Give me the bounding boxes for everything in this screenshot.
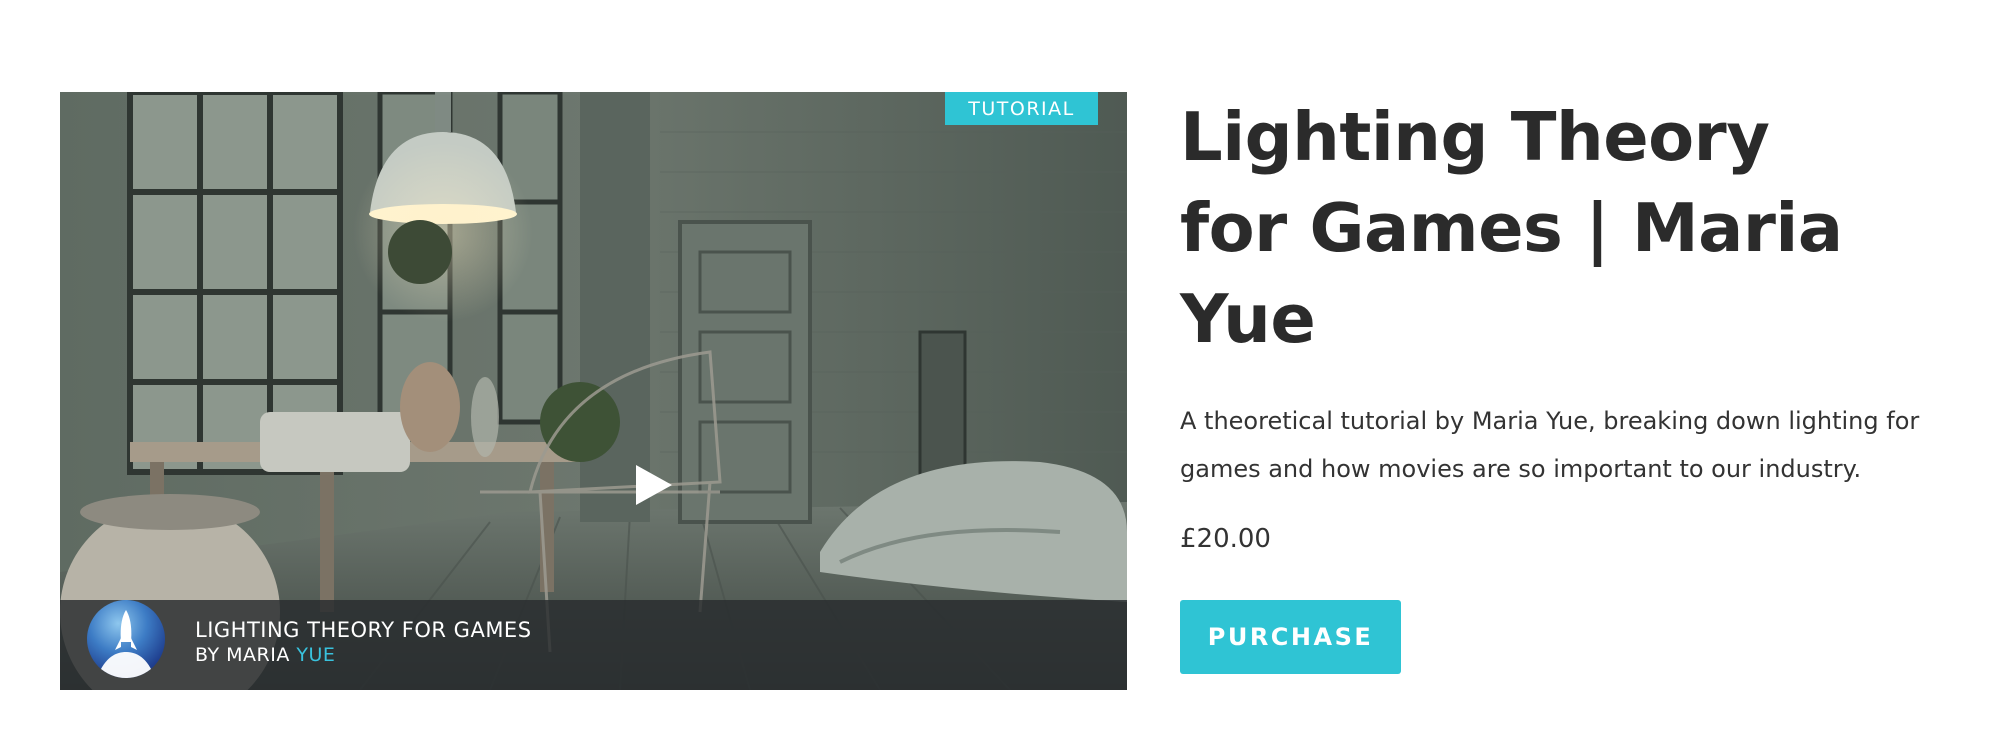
product-page: TUTORIAL LIGHTING THEORY FOR GAMES BY MA… bbox=[0, 0, 2001, 741]
video-caption-bar: LIGHTING THEORY FOR GAMES BY MARIA YUE bbox=[60, 600, 1127, 690]
purchase-button[interactable]: PURCHASE bbox=[1180, 600, 1401, 674]
caption-author: BY MARIA YUE bbox=[195, 644, 335, 666]
product-info: Lighting Theory for Games | Maria Yue A … bbox=[1180, 92, 1960, 674]
video-thumbnail[interactable]: TUTORIAL LIGHTING THEORY FOR GAMES BY MA… bbox=[60, 92, 1127, 690]
product-title: Lighting Theory for Games | Maria Yue bbox=[1180, 98, 1843, 358]
tutorial-badge: TUTORIAL bbox=[945, 92, 1098, 125]
product-description: A theoretical tutorial by Maria Yue, bre… bbox=[1180, 407, 1920, 483]
play-icon[interactable] bbox=[636, 465, 672, 505]
rocket-logo-icon bbox=[87, 600, 165, 678]
caption-author-accent: YUE bbox=[296, 644, 336, 666]
caption-title: LIGHTING THEORY FOR GAMES bbox=[195, 618, 532, 642]
caption-by: BY MARIA bbox=[195, 644, 290, 666]
product-price: £20.00 bbox=[1180, 524, 1271, 554]
